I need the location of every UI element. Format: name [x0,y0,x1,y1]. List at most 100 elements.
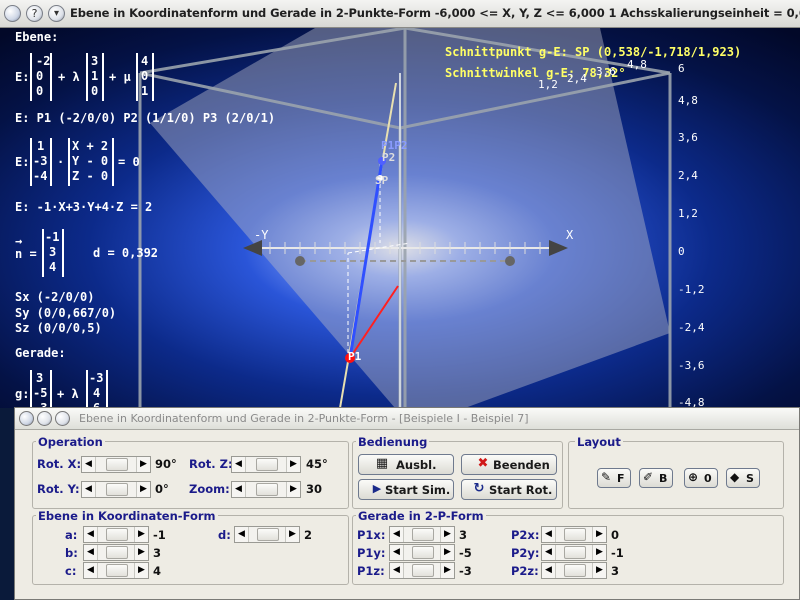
c-label: c: [65,564,77,578]
crosshair-icon: ⊕ [688,470,699,484]
d-right-arrow[interactable]: ▶ [285,527,299,542]
layout-s-button[interactable]: ◆ S [726,468,760,488]
beenden-text: Beenden [493,458,550,472]
g-vec0-0: 3 [36,371,44,385]
a-slider[interactable]: ◀ ▶ [83,526,149,543]
panel-menu-icon[interactable] [55,411,70,426]
c-left-arrow[interactable]: ◀ [84,563,98,578]
p1x-thumb[interactable] [412,528,434,541]
p2y-slider[interactable]: ◀ ▶ [541,544,607,561]
p1y-left-arrow[interactable]: ◀ [390,545,404,560]
roty-left-arrow[interactable]: ◀ [82,482,96,497]
scale-3-6: 3,6 [678,131,698,144]
rotz-slider[interactable]: ◀ ▶ [231,456,301,473]
zoom-thumb[interactable] [256,483,278,496]
p2x-left-arrow[interactable]: ◀ [542,527,556,542]
app-icon[interactable] [4,5,21,22]
panel-title-bar[interactable]: Ebene in Koordinatenform und Gerade in 2… [15,408,799,430]
p2y-right-arrow[interactable]: ▶ [592,545,606,560]
b-thumb[interactable] [106,546,128,559]
start-sim-button[interactable]: ▶ Start Sim. [358,479,454,500]
p1z-left-arrow[interactable]: ◀ [390,563,404,578]
p1y-slider[interactable]: ◀ ▶ [389,544,455,561]
a-thumb[interactable] [106,528,128,541]
roty-label: Rot. Y: [37,482,80,496]
start-rot-button[interactable]: ↻ Start Rot. [461,479,557,500]
param-vec2-1: 0 [141,69,149,83]
window-title: Ebene in Koordinatenform und Gerade in 2… [70,6,800,20]
3d-canvas[interactable]: Ebene: E: -2 0 0 + λ 3 1 0 + μ 4 0 1 E: … [0,28,800,418]
p1x-right-arrow[interactable]: ▶ [440,527,454,542]
zoom-right-arrow[interactable]: ▶ [286,482,300,497]
p1y-right-arrow[interactable]: ▶ [440,545,454,560]
a-left-arrow[interactable]: ◀ [84,527,98,542]
b-left-arrow[interactable]: ◀ [84,545,98,560]
roty-right-arrow[interactable]: ▶ [136,482,150,497]
bedienung-label: Bedienung [356,435,430,449]
c-value: 4 [153,564,162,578]
c-right-arrow[interactable]: ▶ [134,563,148,578]
p2z-left-arrow[interactable]: ◀ [542,563,556,578]
param-vec0-0: -2 [36,54,51,68]
p1x-slider[interactable]: ◀ ▶ [389,526,455,543]
d-thumb[interactable] [257,528,279,541]
layout-f-button[interactable]: ✎ F [597,468,631,488]
rotx-thumb[interactable] [106,458,128,471]
help-icon[interactable]: ? [26,5,43,22]
p2x-right-arrow[interactable]: ▶ [592,527,606,542]
rotz-right-arrow[interactable]: ▶ [286,457,300,472]
roty-slider[interactable]: ◀ ▶ [81,481,151,498]
p2z-thumb[interactable] [564,564,586,577]
param-vec0-2: 0 [36,84,44,98]
b-right-arrow[interactable]: ▶ [134,545,148,560]
p1y-value: -5 [459,546,472,560]
b-slider[interactable]: ◀ ▶ [83,544,149,561]
scale-2-4: 2,4 [678,169,698,182]
p1z-right-arrow[interactable]: ▶ [440,563,454,578]
a-right-arrow[interactable]: ▶ [134,527,148,542]
rotx-right-arrow[interactable]: ▶ [136,457,150,472]
rotx-slider[interactable]: ◀ ▶ [81,456,151,473]
rotz-left-arrow[interactable]: ◀ [232,457,246,472]
p2z-right-arrow[interactable]: ▶ [592,563,606,578]
intersection-point: Schnittpunkt g-E: SP (0,538/-1,718/1,923… [445,45,742,59]
p2x-slider[interactable]: ◀ ▶ [541,526,607,543]
p1z-thumb[interactable] [412,564,434,577]
zoom-slider[interactable]: ◀ ▶ [231,481,301,498]
p2y-left-arrow[interactable]: ◀ [542,545,556,560]
param-vec1-2: 0 [91,84,99,98]
n-vec-0: -1 [45,230,60,244]
panel-help-icon[interactable] [37,411,52,426]
normal-arrow: → [15,234,23,248]
d-slider[interactable]: ◀ ▶ [234,526,300,543]
operation-group [32,441,349,509]
normal-vec-1: -3 [33,154,48,168]
panel-app-icon[interactable] [19,411,34,426]
menu-icon[interactable]: ▾ [48,5,65,22]
p2y-thumb[interactable] [564,546,586,559]
layout-0-button[interactable]: ⊕ 0 [684,468,718,488]
p1z-slider[interactable]: ◀ ▶ [389,562,455,579]
param-vec0-1: 0 [36,69,44,83]
p2z-slider[interactable]: ◀ ▶ [541,562,607,579]
c-thumb[interactable] [106,564,128,577]
c-slider[interactable]: ◀ ▶ [83,562,149,579]
title-bar[interactable]: ? ▾ Ebene in Koordinatenform und Gerade … [0,0,800,28]
close-icon: ✖ [477,456,489,471]
p1y-thumb[interactable] [412,546,434,559]
rotz-label: Rot. Z: [189,457,233,471]
beenden-button[interactable]: ✖ Beenden [461,454,557,475]
roty-thumb[interactable] [106,483,128,496]
p1x-left-arrow[interactable]: ◀ [390,527,404,542]
scale-0: 0 [678,245,685,258]
d-left-arrow[interactable]: ◀ [235,527,249,542]
rotz-thumb[interactable] [256,458,278,471]
ausblenden-button[interactable]: ▦ Ausbl. [358,454,454,475]
p1z-value: -3 [459,564,472,578]
rotx-left-arrow[interactable]: ◀ [82,457,96,472]
zoom-left-arrow[interactable]: ◀ [232,482,246,497]
p2x-thumb[interactable] [564,528,586,541]
layout-b-button[interactable]: ✐ B [639,468,673,488]
zoom-value: 30 [306,482,323,496]
b-value: 3 [153,546,162,560]
